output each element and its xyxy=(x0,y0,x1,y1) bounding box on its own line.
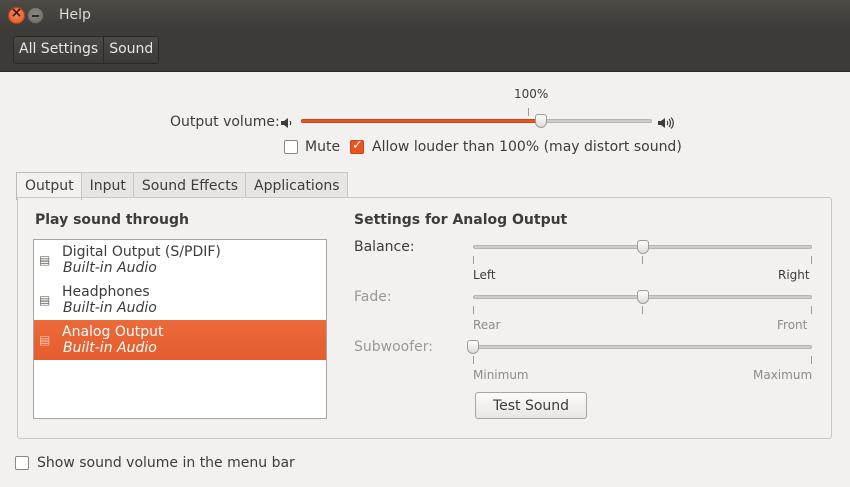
sound-crumb-button[interactable]: Sound xyxy=(103,37,158,63)
device-subtitle: Built-in Audio xyxy=(63,260,157,276)
sound-card-icon: ▤ xyxy=(39,333,51,347)
fade-front-label: Front xyxy=(777,318,808,332)
output-volume-slider-thumb[interactable] xyxy=(534,114,547,128)
device-name: Digital Output (S/PDIF) xyxy=(62,244,221,260)
volume-100-tick xyxy=(528,108,529,116)
device-name: Analog Output xyxy=(62,324,164,340)
output-volume-label: Output volume: xyxy=(170,114,280,130)
minimize-icon[interactable] xyxy=(27,7,44,24)
show-volume-checkbox[interactable] xyxy=(15,456,29,470)
balance-tick-left xyxy=(473,256,474,264)
fade-tick-left xyxy=(473,306,474,314)
device-list: ▤ Digital Output (S/PDIF) Built-in Audio… xyxy=(33,239,327,419)
all-settings-button[interactable]: All Settings xyxy=(14,37,103,63)
subwoofer-max-label: Maximum xyxy=(753,368,813,382)
device-subtitle: Built-in Audio xyxy=(63,340,157,356)
volume-100-percent-mark: 100% xyxy=(514,87,549,101)
fade-rear-label: Rear xyxy=(473,318,501,332)
sound-card-icon: ▤ xyxy=(39,253,51,267)
tab-sound-effects[interactable]: Sound Effects xyxy=(132,172,247,198)
subwoofer-slider-thumb[interactable] xyxy=(467,340,479,354)
speaker-low-icon xyxy=(280,116,298,130)
subwoofer-min-label: Minimum xyxy=(473,368,529,382)
subwoofer-tick-max xyxy=(811,356,812,364)
device-row-digital[interactable]: ▤ Digital Output (S/PDIF) Built-in Audio xyxy=(34,240,326,280)
tab-applications[interactable]: Applications xyxy=(245,172,348,198)
test-sound-button[interactable]: Test Sound xyxy=(475,392,587,419)
balance-tick-right xyxy=(811,256,812,264)
mute-checkbox[interactable] xyxy=(284,140,298,154)
tab-input[interactable]: Input xyxy=(80,172,134,198)
toolbar: All Settings Sound xyxy=(0,30,850,72)
tab-bar: Output Input Sound Effects Applications xyxy=(16,172,348,200)
fade-slider-thumb[interactable] xyxy=(636,290,649,304)
fade-tick-right xyxy=(811,306,812,314)
fade-label: Fade: xyxy=(354,289,392,305)
tab-output[interactable]: Output xyxy=(16,172,82,200)
subwoofer-label: Subwoofer: xyxy=(354,339,433,355)
window-title: Help xyxy=(59,7,91,23)
speaker-high-icon xyxy=(657,116,675,130)
balance-slider-thumb[interactable] xyxy=(636,240,649,254)
play-sound-through-heading: Play sound through xyxy=(35,212,189,228)
close-icon[interactable] xyxy=(8,5,25,24)
mute-label: Mute xyxy=(305,139,341,155)
settings-heading: Settings for Analog Output xyxy=(354,212,568,228)
show-volume-label: Show sound volume in the menu bar xyxy=(37,455,295,471)
subwoofer-track[interactable] xyxy=(473,345,812,349)
allow-louder-label: Allow louder than 100% (may distort soun… xyxy=(372,139,682,155)
output-volume-fill xyxy=(301,119,541,123)
allow-louder-checkbox[interactable] xyxy=(350,138,364,154)
device-name: Headphones xyxy=(62,284,150,300)
subwoofer-tick-min xyxy=(473,356,474,364)
balance-right-label: Right xyxy=(778,268,810,282)
balance-left-label: Left xyxy=(473,268,496,282)
device-subtitle: Built-in Audio xyxy=(63,300,157,316)
device-row-analog[interactable]: ▤ Analog Output Built-in Audio xyxy=(34,320,326,360)
breadcrumb: All Settings Sound xyxy=(13,36,160,64)
fade-tick-center xyxy=(642,306,643,314)
sound-card-icon: ▤ xyxy=(39,293,51,307)
title-bar: Help xyxy=(0,0,850,30)
device-row-headphones[interactable]: ▤ Headphones Built-in Audio xyxy=(34,280,326,320)
balance-tick-center xyxy=(642,256,643,264)
balance-label: Balance: xyxy=(354,239,415,255)
